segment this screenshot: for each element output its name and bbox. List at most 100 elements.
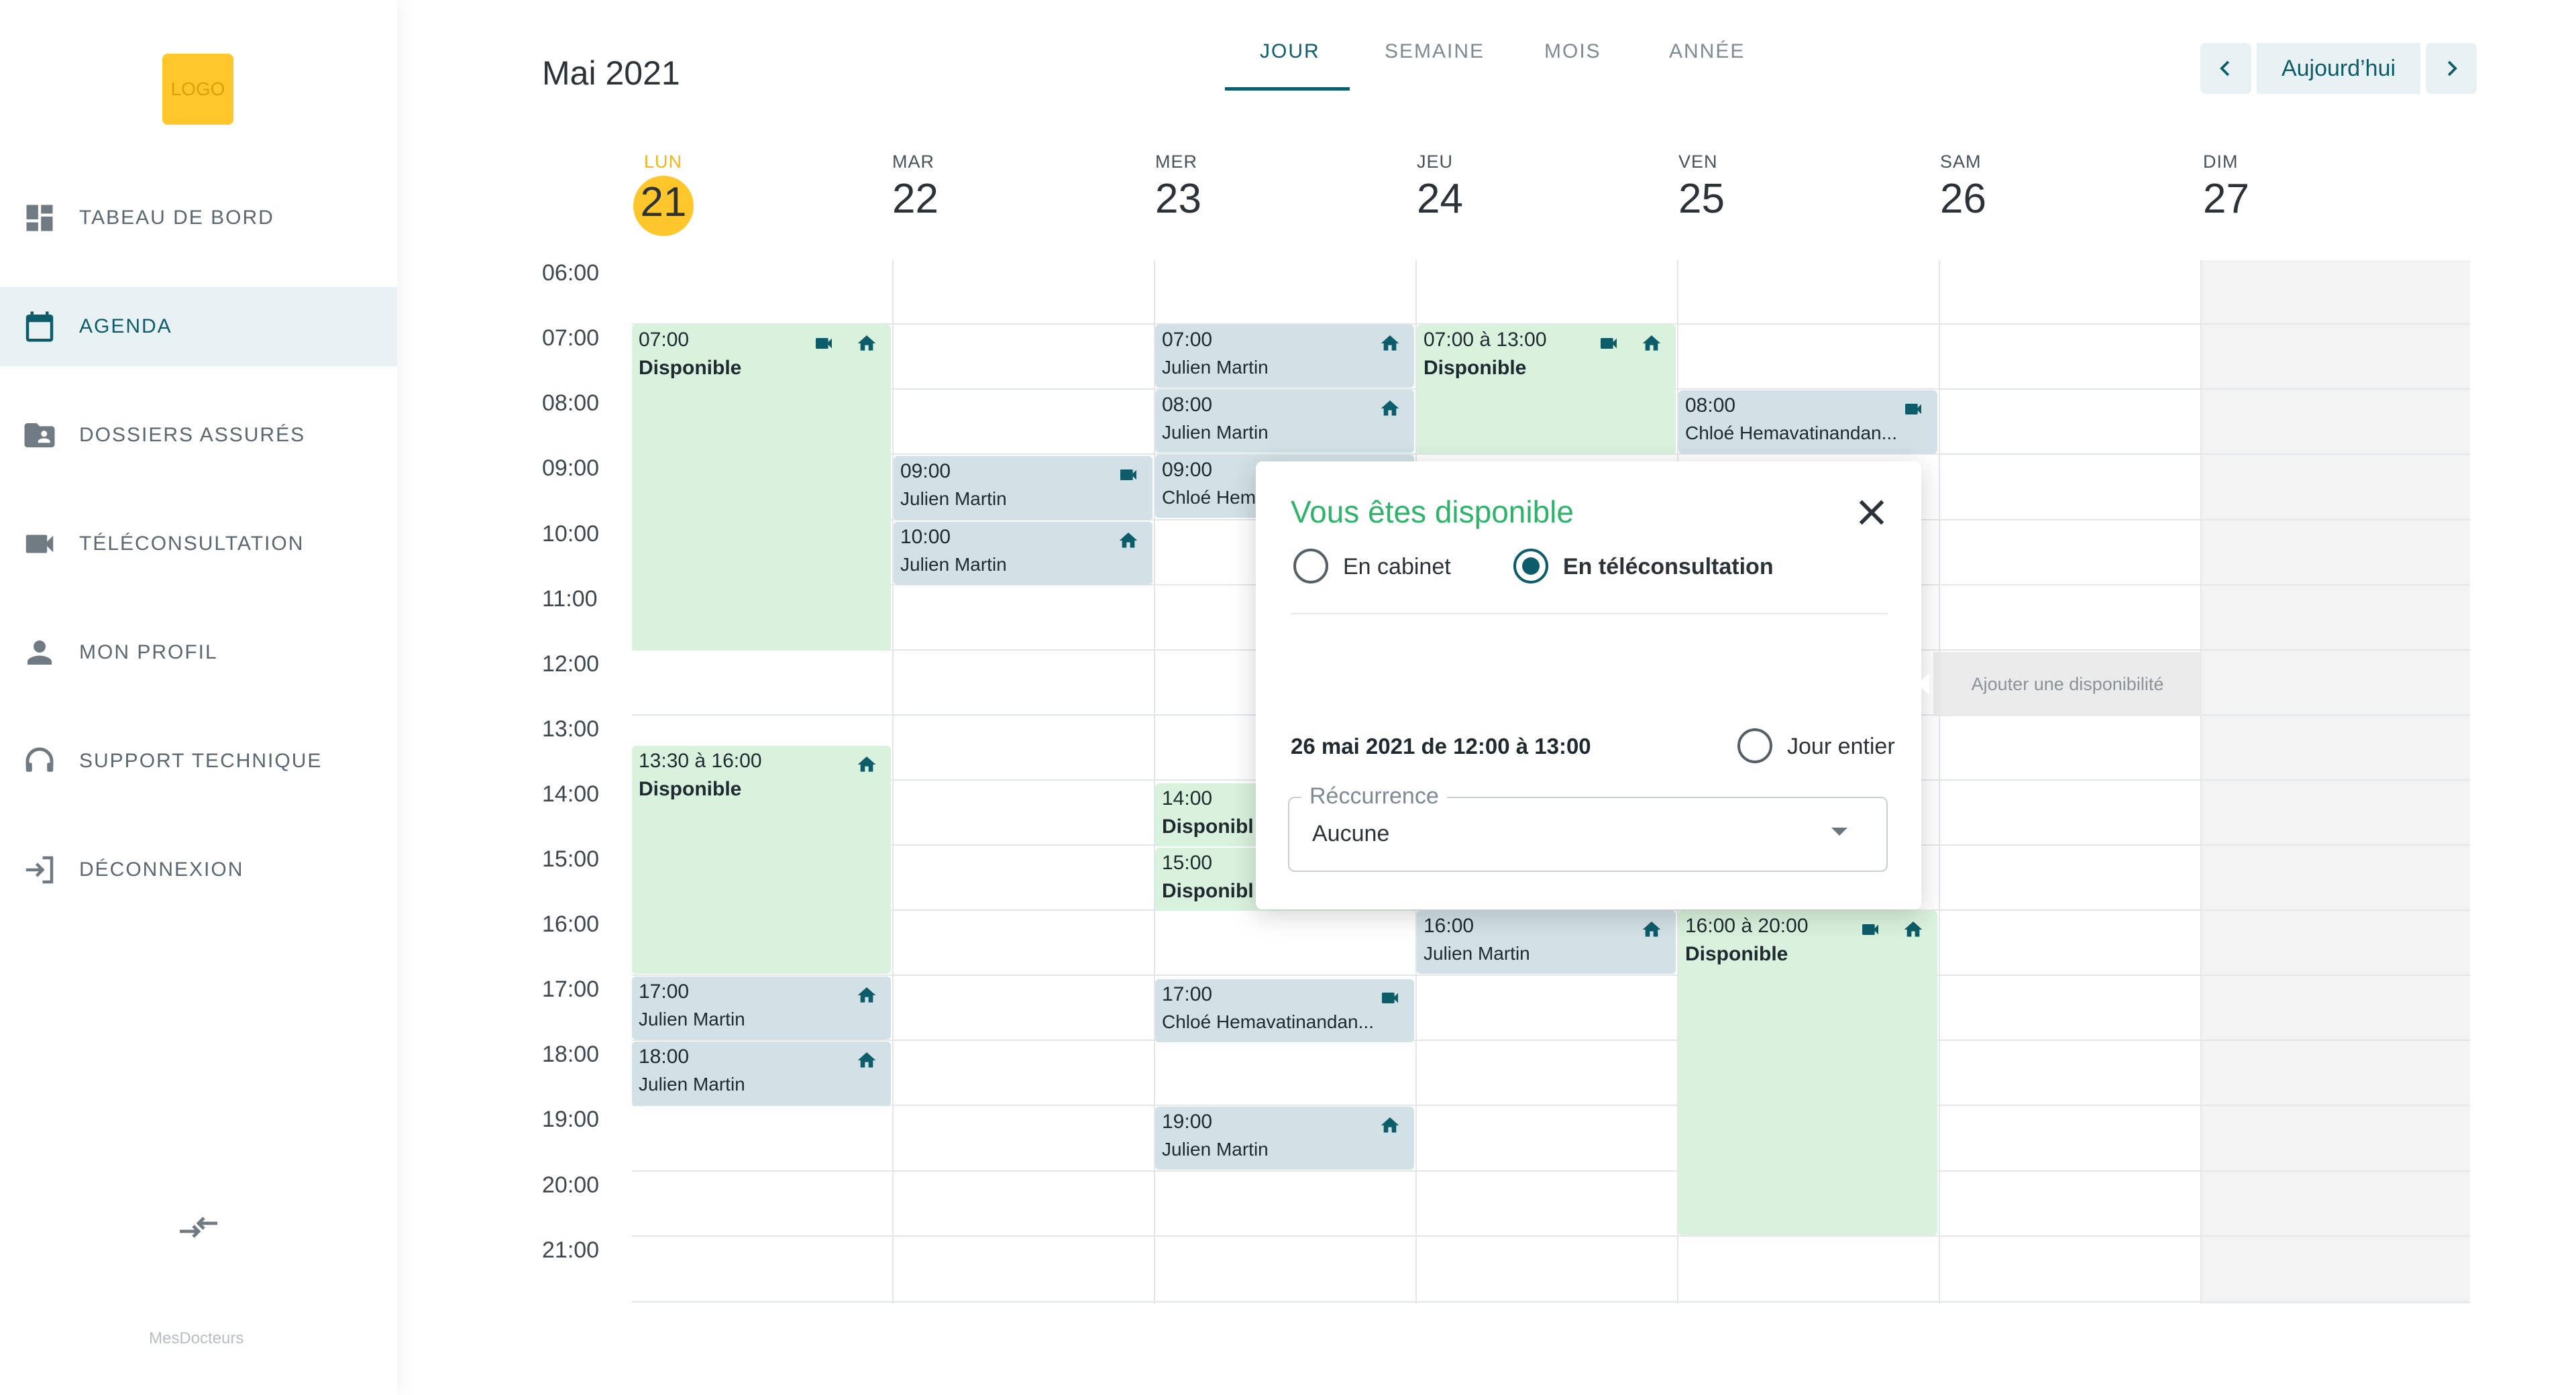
- appointment-event[interactable]: 17:00 Chloé Hemavatinandan...: [1155, 979, 1414, 1042]
- hour-line: [632, 1235, 2470, 1237]
- person-icon: [20, 633, 59, 672]
- video-camera-icon: [1905, 404, 1921, 414]
- appointment-event[interactable]: 18:00 Julien Martin: [632, 1042, 891, 1106]
- tab-day[interactable]: JOUR: [1260, 40, 1320, 63]
- day-number: 24: [1417, 176, 1463, 222]
- day-header-tue[interactable]: MAR 22: [892, 152, 1026, 223]
- hour-label: 14:00: [542, 781, 600, 807]
- headset-icon: [20, 742, 59, 781]
- tab-year[interactable]: ANNÉE: [1669, 40, 1745, 63]
- day-number: 22: [892, 176, 938, 222]
- tab-month[interactable]: MOIS: [1544, 40, 1601, 63]
- home-icon: [1119, 533, 1138, 548]
- dashboard-icon: [20, 199, 59, 237]
- hour-label: 15:00: [542, 846, 600, 872]
- sunday-column: [2202, 260, 2470, 1304]
- day-header-wed[interactable]: MER 23: [1155, 152, 1289, 223]
- video-camera-icon: [816, 338, 832, 349]
- sidebar-item-support[interactable]: SUPPORT TECHNIQUE: [0, 722, 397, 801]
- event-title: Julien Martin: [900, 488, 1007, 509]
- appointment-event[interactable]: 19:00 Julien Martin: [1155, 1107, 1414, 1170]
- home-icon: [857, 1052, 876, 1068]
- collapse-sidebar-icon[interactable]: [177, 1213, 220, 1242]
- event-title: Disponible: [1685, 943, 1788, 965]
- event-time: 13:30 à 16:00: [639, 750, 762, 772]
- event-time: 17:00: [639, 981, 690, 1003]
- event-title: Julien Martin: [1162, 1139, 1269, 1160]
- event-title: Chloé Hemavatinandan...: [1162, 1011, 1374, 1032]
- recurrence-select[interactable]: Réccurrence Aucune: [1288, 783, 1888, 872]
- sidebar: LOGO TABEAU DE BORD AGENDA DOSSIERS ASSU…: [0, 0, 397, 1395]
- availability-event[interactable]: 13:30 à 16:00 Disponible: [632, 746, 891, 974]
- appointment-event[interactable]: 08:00 Julien Martin: [1155, 390, 1414, 453]
- radio-all-day-label: Jour entier: [1787, 734, 1895, 759]
- availability-event[interactable]: 07:00 Disponible: [632, 325, 891, 651]
- availability-event[interactable]: 07:00 à 13:00 Disponible: [1417, 325, 1676, 455]
- sidebar-item-label: DOSSIERS ASSURÉS: [79, 424, 306, 446]
- day-header-sun[interactable]: DIM 27: [2203, 152, 2337, 223]
- hour-label: 10:00: [542, 521, 600, 547]
- recurrence-label: Réccurrence: [1301, 783, 1447, 810]
- tab-week[interactable]: SEMAINE: [1385, 40, 1485, 63]
- popup-arrow: [1917, 673, 1929, 695]
- next-button[interactable]: [2426, 43, 2477, 94]
- availability-event[interactable]: 16:00 à 20:00 Disponible: [1678, 911, 1937, 1235]
- hour-label: 17:00: [542, 976, 600, 1002]
- page-title: Mai 2021: [542, 54, 680, 92]
- sidebar-item-profile[interactable]: MON PROFIL: [0, 613, 397, 692]
- event-title: Julien Martin: [1162, 422, 1269, 443]
- radio-teleconsultation[interactable]: [1513, 549, 1548, 583]
- sidebar-item-agenda[interactable]: AGENDA: [0, 287, 397, 366]
- day-number: 26: [1940, 176, 1986, 222]
- day-abbr: SAM: [1940, 152, 1982, 172]
- day-abbr: MAR: [892, 152, 934, 172]
- sidebar-item-label: AGENDA: [79, 315, 172, 337]
- date-navigation: Aujourd’hui: [2200, 43, 2477, 94]
- radio-teleconsultation-label: En téléconsultation: [1563, 554, 1774, 579]
- event-title: Disponible: [1424, 357, 1527, 379]
- home-icon: [1642, 335, 1661, 351]
- brand-logo: MesDocteurs: [149, 1329, 244, 1347]
- event-time: 16:00 à 20:00: [1685, 915, 1809, 937]
- hour-label: 09:00: [542, 455, 600, 481]
- event-time: 14:00: [1162, 787, 1213, 810]
- event-title: Disponibl: [1162, 880, 1254, 902]
- hour-label: 13:00: [542, 716, 600, 742]
- sidebar-item-dossiers[interactable]: DOSSIERS ASSURÉS: [0, 396, 397, 475]
- event-title: Disponible: [639, 357, 742, 379]
- add-availability-slot[interactable]: Ajouter une disponibilité: [1933, 652, 2202, 716]
- day-header-mon[interactable]: LUN: [644, 152, 778, 172]
- day-number: 23: [1155, 176, 1201, 222]
- availability-popup: Vous êtes disponible En cabinet En téléc…: [1256, 461, 1921, 909]
- close-button[interactable]: [1853, 494, 1890, 531]
- event-time: 08:00: [1162, 394, 1213, 416]
- radio-cabinet[interactable]: [1293, 549, 1328, 583]
- hour-line: [632, 1105, 2470, 1106]
- appointment-event[interactable]: 17:00 Julien Martin: [632, 976, 891, 1040]
- day-header-fri[interactable]: VEN 25: [1678, 152, 1813, 223]
- day-abbr: LUN: [644, 152, 683, 172]
- appointment-event[interactable]: 07:00 Julien Martin: [1155, 325, 1414, 388]
- sidebar-item-dashboard[interactable]: TABEAU DE BORD: [0, 178, 397, 258]
- event-title: Disponible: [639, 778, 742, 800]
- day-header-sat[interactable]: SAM 26: [1940, 152, 2074, 223]
- video-camera-icon: [20, 524, 59, 563]
- home-icon: [857, 335, 876, 351]
- day-header-thu[interactable]: JEU 24: [1417, 152, 1551, 223]
- event-title: Julien Martin: [1424, 943, 1530, 964]
- sidebar-item-teleconsultation[interactable]: TÉLÉCONSULTATION: [0, 504, 397, 583]
- previous-button[interactable]: [2200, 43, 2251, 94]
- day-abbr: VEN: [1678, 152, 1718, 172]
- day-abbr: DIM: [2203, 152, 2239, 172]
- hour-label: 16:00: [542, 911, 600, 937]
- radio-all-day[interactable]: [1737, 728, 1772, 763]
- appointment-event[interactable]: 16:00 Julien Martin: [1417, 911, 1676, 974]
- event-time: 07:00: [639, 329, 690, 351]
- appointment-event[interactable]: 09:00 Julien Martin: [894, 456, 1152, 520]
- sidebar-item-logout[interactable]: DÉCONNEXION: [0, 830, 397, 909]
- appointment-event[interactable]: 08:00 Chloé Hemavatinandan...: [1678, 390, 1937, 453]
- hour-label: 08:00: [542, 390, 600, 416]
- today-button[interactable]: Aujourd’hui: [2257, 43, 2420, 94]
- appointment-event[interactable]: 10:00 Julien Martin: [894, 522, 1152, 585]
- hour-line: [632, 974, 2470, 976]
